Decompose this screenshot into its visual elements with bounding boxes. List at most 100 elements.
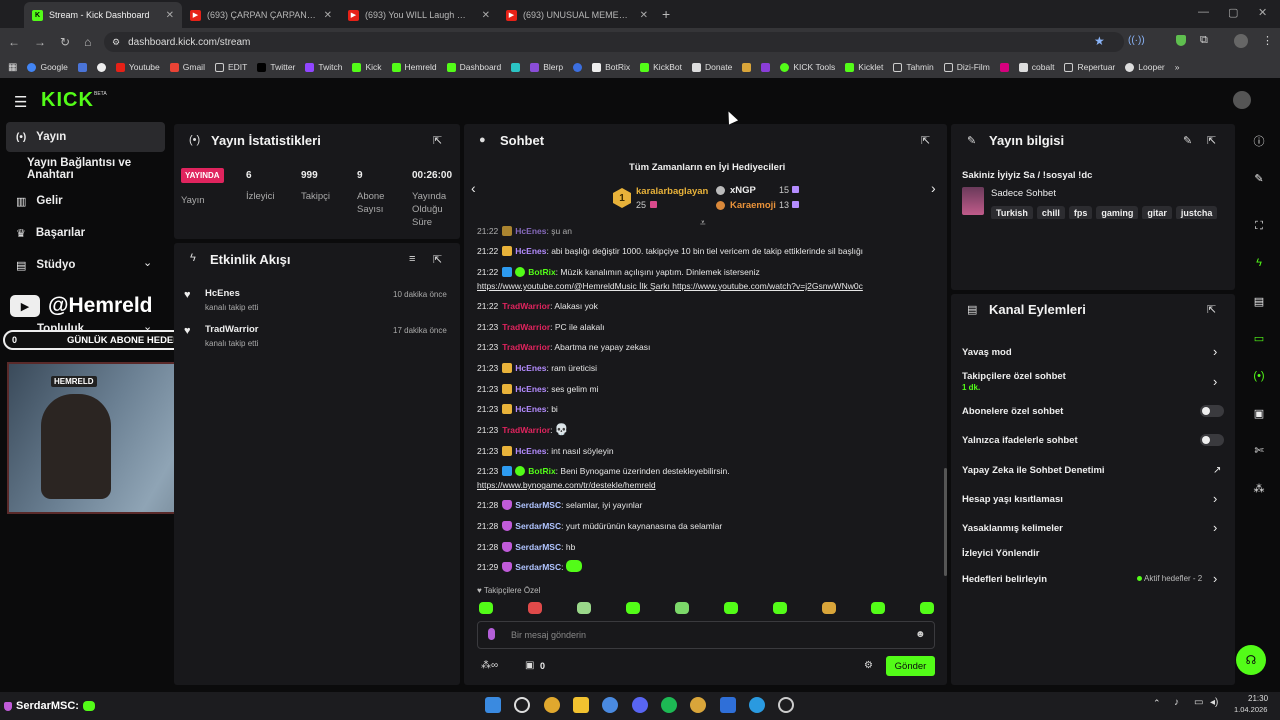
new-tab-button[interactable]: + <box>662 6 670 22</box>
close-icon[interactable]: ✕ <box>166 10 174 21</box>
app-icon[interactable] <box>778 697 794 713</box>
chat-username[interactable]: SerdarMSC <box>515 542 561 552</box>
broadcast-icon[interactable]: (•) <box>1248 365 1270 387</box>
chat-username[interactable]: TradWarrior <box>502 301 550 311</box>
bookmark-item[interactable] <box>742 62 752 72</box>
shield-icon[interactable] <box>1176 35 1186 46</box>
sidebar-item-yayin[interactable]: (•) Yayın <box>6 122 165 152</box>
chat-username[interactable]: TradWarrior <box>502 322 550 332</box>
chat-bubble-icon[interactable]: ▭ <box>1248 327 1270 349</box>
clipboard-icon[interactable]: ▤ <box>1248 290 1270 312</box>
microphone-icon[interactable]: ♪ <box>1174 697 1179 708</box>
chat-username[interactable]: HcEnes <box>515 246 546 256</box>
tag-chip[interactable]: chill <box>1036 206 1065 219</box>
bookmark-item[interactable] <box>761 62 771 72</box>
send-button[interactable]: Gönder <box>886 656 935 676</box>
chat-username[interactable]: HcEnes <box>515 226 546 236</box>
lightning-icon[interactable]: ϟ <box>1248 252 1270 274</box>
back-icon[interactable]: ← <box>8 35 20 49</box>
sidebar-item-stream-key[interactable]: Yayın Bağlantısı ve Anahtarı <box>6 154 176 184</box>
emoji-icon[interactable]: ☻ <box>915 629 926 640</box>
action-slow-mode[interactable]: Yavaş mod <box>962 347 1012 358</box>
hamburger-menu-icon[interactable]: ☰ <box>14 93 27 111</box>
popout-icon[interactable]: ⇱ <box>921 134 930 147</box>
emote-icon[interactable] <box>724 602 738 614</box>
store-icon[interactable]: ▣ <box>1248 402 1270 424</box>
maximize-icon[interactable]: ▢ <box>1228 6 1238 19</box>
chevron-right-icon[interactable]: › <box>1213 344 1217 359</box>
close-icon[interactable]: ✕ <box>324 10 332 21</box>
kick-logo[interactable]: KICK <box>41 89 94 112</box>
chevron-right-icon[interactable]: › <box>1213 571 1217 586</box>
chrome-icon[interactable] <box>690 697 706 713</box>
chat-username[interactable]: HcEnes <box>515 404 546 414</box>
bookmark-item[interactable]: KICK Tools <box>780 62 835 72</box>
emote-icon[interactable] <box>773 602 787 614</box>
points-icon[interactable]: ⁂ <box>1248 477 1270 499</box>
sidebar-item-basarilar[interactable]: ♛ Başarılar <box>6 218 165 248</box>
chrome-icon[interactable] <box>602 697 618 713</box>
discord-icon[interactable] <box>632 697 648 713</box>
volume-icon[interactable]: ◂) <box>1210 697 1218 708</box>
window-close-icon[interactable]: ✕ <box>1258 6 1267 19</box>
forward-icon[interactable]: → <box>34 35 46 49</box>
browser-tab-youtube-1[interactable]: ▶ (693) ÇARPAN ÇARPANA | SSn... ✕ <box>182 2 340 28</box>
bookmark-item[interactable]: Twitch <box>305 62 342 72</box>
more-bookmarks-icon[interactable]: » <box>1175 62 1180 72</box>
browser-tab-kick[interactable]: K Stream - Kick Dashboard ✕ <box>24 2 182 28</box>
settings-gear-icon[interactable]: ⚙ <box>864 660 873 671</box>
fullscreen-icon[interactable]: ⛶ <box>1248 215 1270 237</box>
tag-chip[interactable]: gitar <box>1142 206 1172 219</box>
support-button[interactable]: ☊ <box>1236 645 1266 675</box>
action-banned-words[interactable]: Yasaklanmış kelimeler <box>962 523 1063 534</box>
microphone-icon[interactable] <box>488 628 495 640</box>
bookmark-item[interactable] <box>511 62 521 72</box>
tag-chip[interactable]: justcha <box>1175 206 1218 219</box>
clock-date[interactable]: 1.04.2026 <box>1234 705 1267 714</box>
popout-icon[interactable]: ⇱ <box>433 253 442 266</box>
filter-icon[interactable]: ≡ <box>409 253 415 265</box>
reload-icon[interactable]: ↻ <box>60 35 70 49</box>
chevron-right-icon[interactable]: › <box>1213 374 1217 389</box>
bookmark-item[interactable] <box>96 62 106 72</box>
action-account-age[interactable]: Hesap yaşı kısıtlaması <box>962 494 1063 505</box>
chevron-right-icon[interactable]: › <box>931 180 936 196</box>
external-link-icon[interactable]: ↗ <box>1213 465 1221 476</box>
app-icon[interactable] <box>720 697 736 713</box>
chat-username[interactable]: SerdarMSC <box>515 521 561 531</box>
spotify-icon[interactable] <box>661 697 677 713</box>
emote-icon[interactable] <box>920 602 934 614</box>
chevron-left-icon[interactable]: ‹ <box>471 180 476 196</box>
browser-tab-youtube-3[interactable]: ▶ (693) UNUSUAL MEMES COMP... ✕ <box>498 2 656 28</box>
bookmark-item[interactable]: Hemreld <box>391 62 437 72</box>
chevron-down-icon[interactable]: ⌄ <box>143 256 152 269</box>
bookmark-item[interactable]: Youtube <box>115 62 160 72</box>
emote-icon[interactable] <box>577 602 591 614</box>
bookmark-item[interactable] <box>999 62 1009 72</box>
minimize-icon[interactable]: — <box>1198 6 1209 18</box>
extensions-icon[interactable]: ⧉ <box>1200 34 1208 47</box>
chat-scrollbar[interactable] <box>944 468 947 576</box>
bookmark-item[interactable]: Kick <box>352 62 382 72</box>
action-followers-only[interactable]: Takipçilere özel sohbet <box>962 371 1066 382</box>
edge-icon[interactable] <box>749 697 765 713</box>
home-icon[interactable]: ⌂ <box>84 35 91 49</box>
bookmark-item[interactable]: BotRix <box>592 62 630 72</box>
emote-icon[interactable] <box>871 602 885 614</box>
bookmark-item[interactable] <box>573 62 583 72</box>
category-thumbnail[interactable] <box>962 187 984 215</box>
chevron-right-icon[interactable]: › <box>1213 491 1217 506</box>
chat-input[interactable]: Bir mesaj gönderin ☻ <box>477 621 935 649</box>
bookmark-item[interactable]: Dizi-Film <box>943 62 990 72</box>
sidebar-item-studyo[interactable]: ▤ Stüdyo <box>6 250 165 280</box>
bookmark-item[interactable]: Looper <box>1125 62 1165 72</box>
bookmark-item[interactable]: Tahmin <box>893 62 934 72</box>
bookmark-item[interactable]: Blerp <box>530 62 563 72</box>
emote-icon[interactable] <box>675 602 689 614</box>
tag-chip[interactable]: Turkish <box>991 206 1033 219</box>
menu-icon[interactable]: ⋮ <box>1262 34 1273 47</box>
info-icon[interactable]: ⓘ <box>1248 130 1270 152</box>
file-explorer-icon[interactable] <box>573 697 589 713</box>
chat-username[interactable]: TradWarrior <box>502 425 550 435</box>
chrome-icon[interactable] <box>544 697 560 713</box>
